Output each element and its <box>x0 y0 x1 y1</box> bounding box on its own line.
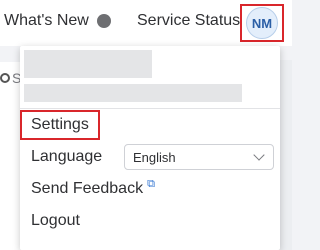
user-avatar-button[interactable]: NM <box>240 4 284 42</box>
send-feedback-label: Send Feedback <box>31 180 144 197</box>
user-dropdown-menu: Settings Language English Send Feedback … <box>20 46 280 250</box>
language-label: Language <box>31 148 103 165</box>
menu-divider <box>20 108 280 109</box>
service-status-label: Service Status <box>137 12 241 29</box>
language-select-value: English <box>133 150 176 165</box>
avatar: NM <box>246 7 278 39</box>
top-bar: What's New Service Status NM <box>0 0 292 46</box>
logout-label: Logout <box>31 212 80 229</box>
search-icon <box>0 73 10 83</box>
whats-new-link[interactable]: What's New <box>4 12 111 30</box>
user-email-placeholder <box>24 84 242 102</box>
avatar-initials: NM <box>251 15 273 31</box>
whats-new-label: What's New <box>4 12 89 29</box>
logout-menu-item[interactable]: Logout <box>31 212 80 230</box>
external-link-icon: ⧉ <box>147 178 155 190</box>
settings-menu-item[interactable]: Settings <box>20 110 100 140</box>
status-dot-icon <box>96 14 111 28</box>
user-name-placeholder <box>24 50 152 78</box>
settings-label: Settings <box>31 116 89 133</box>
background-search-fragment: S <box>0 70 21 86</box>
send-feedback-menu-item[interactable]: Send Feedback ⧉ <box>31 178 155 198</box>
service-status-link[interactable]: Service Status <box>137 12 240 30</box>
chevron-down-icon <box>253 149 265 161</box>
language-select[interactable]: English <box>124 144 274 170</box>
